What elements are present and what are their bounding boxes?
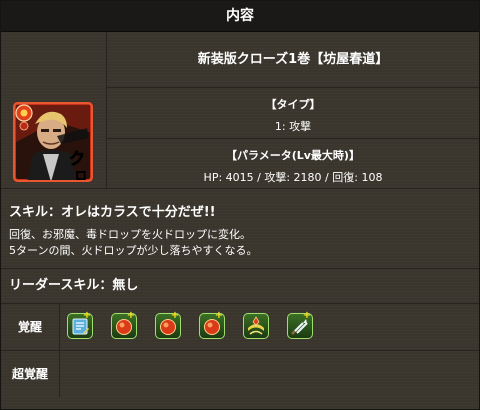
leader-skill: リーダースキル：無し [1,269,479,304]
params-heading: 【パラメータ(Lv最大時)】 [226,149,360,162]
monster-summary: ク ロ 新装版クローズ1巻【坊屋春道】 【タイプ】 1: 攻撃 【パラメータ(L… [1,32,479,189]
content-panel: 内容 ク ロ 新装版クローズ1巻【坊屋春道】 【タイプ】 1: 攻撃 【パラメー… [0,0,480,410]
svg-text:ク: ク [69,149,85,168]
super-awakening-label: 超覚醒 [1,351,60,397]
panel-header: 内容 [1,1,479,32]
monster-parameters: 【パラメータ(Lv最大時)】 HP: 4015 / 攻撃: 2180 / 回復:… [107,139,479,188]
active-skill: スキル：オレはカラスで十分だぜ!! 回復、お邪魔、毒ドロップを火ドロップに変化。… [1,189,479,269]
monster-name: 新装版クローズ1巻【坊屋春道】 [107,32,479,88]
super-awakening-row: 超覚醒 [1,351,479,397]
awakening-row: 覚醒 + + + + + [1,304,479,351]
monster-info: 新装版クローズ1巻【坊屋春道】 【タイプ】 1: 攻撃 【パラメータ(Lv最大時… [107,32,479,188]
fire-row-icon[interactable] [243,313,269,339]
monster-type: 【タイプ】 1: 攻撃 [107,88,479,139]
skill-description: 回復、お邪魔、毒ドロップを火ドロップに変化。 5ターンの間、火ドロップが少し落ち… [9,227,479,259]
plus-icon: + [82,310,92,321]
plus-icon: + [126,310,136,321]
params-value: HP: 4015 / 攻撃: 2180 / 回復: 108 [203,171,383,184]
skill-name: スキル：オレはカラスで十分だぜ!! [9,205,216,220]
two-pronged-attack-icon[interactable]: + [287,310,313,339]
type-heading: 【タイプ】 [265,98,321,111]
plus-icon: + [302,310,312,321]
portrait-cell: ク ロ [1,32,107,188]
plus-icon: + [170,310,180,321]
skill-description-line: 5ターンの間、火ドロップが少し落ちやすくなる。 [9,244,258,257]
awakening-label: 覚醒 [1,304,60,350]
skill-boost-icon[interactable]: + [67,310,93,339]
fire-orb-enhance-icon[interactable]: + [199,310,225,339]
fire-orb-enhance-icon[interactable]: + [155,310,181,339]
plus-icon: + [214,310,224,321]
fire-orb-enhance-icon[interactable]: + [111,310,137,339]
type-value: 1: 攻撃 [274,120,312,133]
skill-description-line: 回復、お邪魔、毒ドロップを火ドロップに変化。 [9,228,251,241]
character-portrait-icon[interactable]: ク ロ [13,102,93,182]
